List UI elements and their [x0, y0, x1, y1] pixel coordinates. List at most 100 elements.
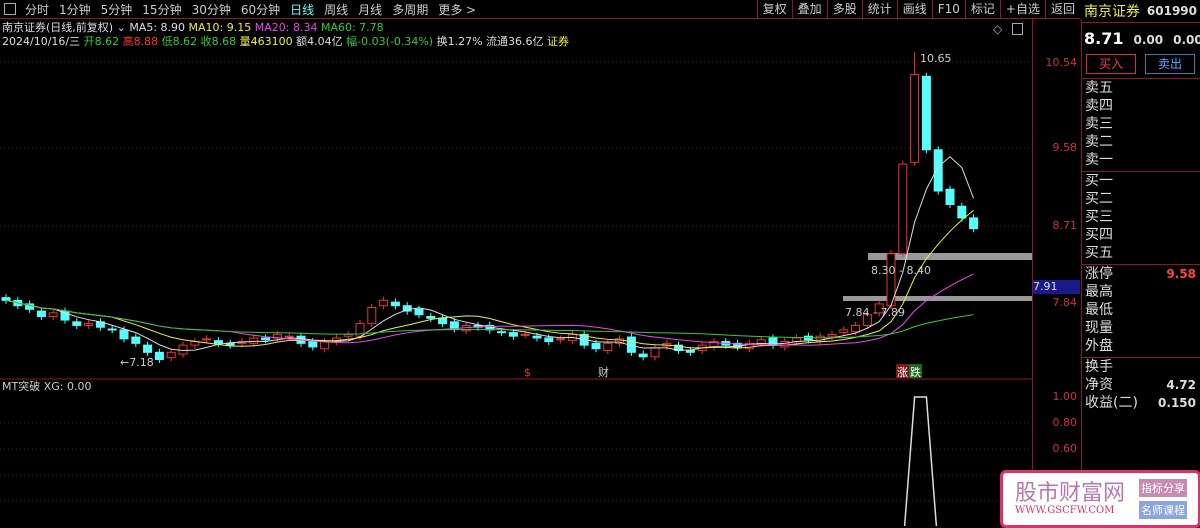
- quote-row: 卖一: [1081, 151, 1200, 169]
- tick: 0.80: [1052, 416, 1078, 429]
- watermark-tag1: 指标分享: [1139, 479, 1187, 497]
- candle-body: [178, 344, 188, 355]
- candle-body: [107, 328, 117, 331]
- min-price-label: ←7.18: [120, 356, 154, 369]
- watermark-url: WWW.GSCFW.COM: [1015, 505, 1115, 516]
- quote-label: 买四: [1085, 227, 1113, 243]
- candle-body: [839, 329, 849, 334]
- tool-button[interactable]: 返回: [1044, 0, 1080, 18]
- quote-label: 卖二: [1085, 134, 1113, 150]
- candle-body: [249, 337, 259, 344]
- quote-row: 现量: [1081, 319, 1200, 337]
- candle-body: [851, 324, 861, 333]
- candle-body: [390, 301, 400, 307]
- quote-label: 收益(二): [1085, 395, 1138, 411]
- quote-label: 现量: [1085, 320, 1113, 336]
- candle-body: [921, 75, 931, 151]
- quote-row: 收益(二) 0.150: [1081, 394, 1200, 412]
- candle-body: [1, 297, 11, 301]
- price-pct: 0.00%: [1173, 33, 1200, 47]
- xg-signal-line: [903, 396, 938, 526]
- candle-body: [414, 308, 424, 316]
- candle-body: [827, 333, 837, 337]
- tick: 7.84: [1052, 296, 1078, 309]
- candle-body: [957, 205, 967, 219]
- quote-value: 4.72: [1166, 378, 1196, 392]
- candle-body: [638, 353, 648, 358]
- candle-body: [202, 338, 212, 341]
- candle-body: [544, 337, 554, 343]
- quote-label: 涨停: [1085, 266, 1113, 282]
- quote-label: 买二: [1085, 191, 1113, 207]
- quote-label: 最高: [1085, 284, 1113, 300]
- zone-label: 8.30 - 8.40: [871, 264, 931, 277]
- rise-marker: 涨: [897, 366, 908, 379]
- watermark-logo: 股市财富网 WWW.GSCFW.COM 指标分享 名师课程: [1000, 470, 1200, 528]
- zone-bar: [843, 296, 1032, 301]
- quote-label: 买三: [1085, 209, 1113, 225]
- candle-body: [532, 335, 542, 339]
- candle-body: [556, 338, 566, 341]
- candle-body: [650, 347, 660, 358]
- watermark-tag2: 名师课程: [1139, 501, 1187, 519]
- candle-body: [497, 331, 507, 334]
- candle-body: [131, 336, 141, 344]
- candle-body: [426, 315, 436, 319]
- watermark-name: 股市财富网: [1015, 481, 1126, 506]
- quote-row: 净资 4.72: [1081, 376, 1200, 394]
- kline-chart[interactable]: 10.65 ←7.18 8.30 - 8.40 7.84 - 7.89 $ 财 涨跌 MT突破…: [0, 0, 1032, 526]
- candle-body: [685, 350, 695, 353]
- quote-row: 买四: [1081, 226, 1200, 244]
- quote-label: 换手: [1085, 359, 1113, 375]
- candle-body: [48, 312, 58, 317]
- candle-body: [119, 329, 129, 340]
- quote-row: 卖四: [1081, 97, 1200, 115]
- price-change: 0.00: [1133, 33, 1164, 47]
- quote-label: 买五: [1085, 245, 1113, 261]
- price-axis: 10.54 9.58 8.71 7.91 7.84 1.00 0.80 0.60: [1032, 19, 1082, 526]
- sell-button[interactable]: 卖出: [1145, 54, 1195, 74]
- quote-row: 卖五: [1081, 79, 1200, 97]
- candle-body: [603, 342, 613, 352]
- candle-body: [756, 339, 766, 344]
- candle-body: [154, 351, 164, 360]
- quote-row: 外盘: [1081, 337, 1200, 355]
- tick: 8.71: [1052, 219, 1078, 232]
- candle-body: [969, 217, 979, 230]
- zone-label: 7.84 - 7.89: [845, 306, 905, 319]
- buy-button[interactable]: 买入: [1086, 54, 1136, 74]
- quote-row: 涨停 9.58: [1081, 265, 1200, 283]
- candle-body: [166, 351, 176, 359]
- tick: 9.58: [1052, 141, 1078, 154]
- event-marker: $: [524, 366, 531, 379]
- candle-body: [898, 163, 908, 255]
- candle-body: [308, 341, 318, 348]
- quote-row: 买五: [1081, 244, 1200, 262]
- candle-body: [520, 333, 530, 336]
- fall-marker: 跌: [910, 365, 921, 379]
- quote-label: 净资: [1085, 377, 1113, 393]
- quote-panel: 南京证券 601990 8.71 0.00 0.00% 买入 卖出 卖五卖四卖三…: [1081, 0, 1200, 526]
- tick: 1.00: [1052, 390, 1078, 403]
- quote-label: 卖三: [1085, 116, 1113, 132]
- quote-row: 买二: [1081, 190, 1200, 208]
- quote-row: 卖二: [1081, 133, 1200, 151]
- tick: 0.60: [1052, 442, 1078, 455]
- quote-label: 卖五: [1085, 80, 1113, 96]
- ma5-line: [5, 156, 975, 352]
- quote-row: 卖三: [1081, 115, 1200, 133]
- candle-body: [379, 299, 389, 307]
- cursor-price: 7.91: [1033, 280, 1080, 294]
- quote-row: 买三: [1081, 208, 1200, 226]
- candle-body: [438, 317, 448, 325]
- max-price-label: 10.65: [920, 52, 952, 65]
- tick: 10.54: [1045, 56, 1078, 69]
- candle-body: [933, 149, 943, 192]
- quote-label: 卖一: [1085, 152, 1113, 168]
- candle-body: [284, 335, 294, 338]
- candle-body: [84, 323, 94, 326]
- stock-name: 南京证券: [1084, 4, 1140, 20]
- candle-body: [261, 337, 271, 341]
- quote-value: 9.58: [1166, 267, 1196, 281]
- stock-code: 601990: [1146, 4, 1197, 18]
